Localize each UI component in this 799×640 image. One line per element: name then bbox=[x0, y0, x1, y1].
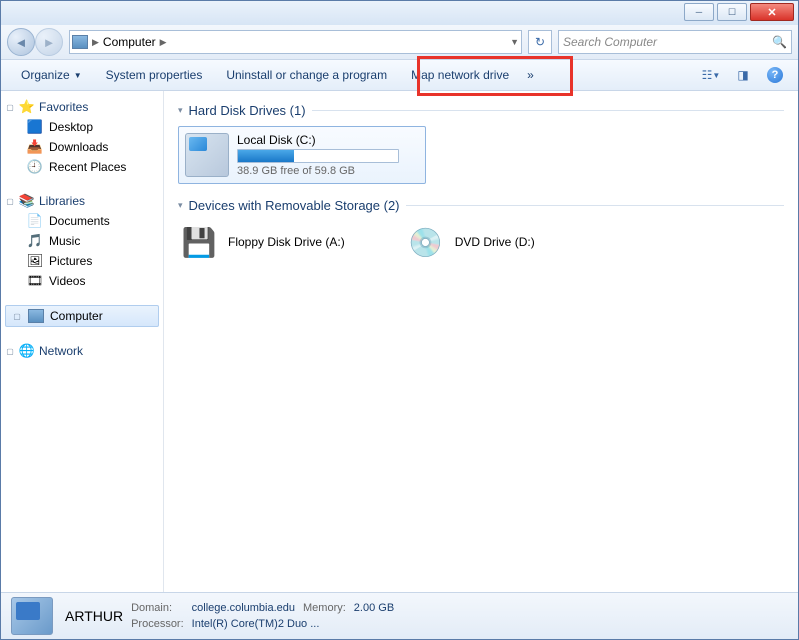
search-icon: 🔍 bbox=[772, 35, 787, 49]
sidebar-item-desktop[interactable]: 🟦Desktop bbox=[1, 117, 163, 137]
pictures-icon: 🖼 bbox=[27, 253, 43, 269]
chevron-down-icon[interactable]: ▼ bbox=[510, 37, 519, 47]
breadcrumb-location[interactable]: Computer bbox=[103, 35, 156, 49]
titlebar: ─ ☐ ✕ bbox=[1, 1, 798, 25]
libraries-header[interactable]: ▢📚Libraries bbox=[1, 191, 163, 211]
removable-header[interactable]: ▾ Devices with Removable Storage (2) bbox=[178, 198, 784, 213]
search-placeholder: Search Computer bbox=[563, 35, 657, 49]
domain-label: Domain: bbox=[131, 602, 184, 614]
drive-name: Floppy Disk Drive (A:) bbox=[228, 235, 345, 249]
sidebar-item-recent-places[interactable]: 🕘Recent Places bbox=[1, 157, 163, 177]
chevron-down-icon: ▼ bbox=[74, 71, 82, 80]
drive-free-space: 38.9 GB free of 59.8 GB bbox=[237, 165, 399, 177]
command-bar: Organize▼ System properties Uninstall or… bbox=[1, 60, 798, 91]
dvd-icon: 💿 bbox=[405, 221, 447, 263]
expand-icon: ▢ bbox=[12, 312, 22, 321]
preview-pane-button[interactable]: ◨ bbox=[732, 66, 754, 84]
recent-icon: 🕘 bbox=[27, 159, 43, 175]
view-options-button[interactable]: ☷ ▼ bbox=[700, 66, 722, 84]
refresh-button[interactable]: ↻ bbox=[528, 30, 552, 54]
documents-icon: 📄 bbox=[27, 213, 43, 229]
star-icon: ⭐ bbox=[19, 99, 35, 115]
computer-large-icon bbox=[11, 597, 53, 635]
explorer-window: ─ ☐ ✕ ◄ ► ▶ Computer ▶ ▼ ↻ Search Comput… bbox=[0, 0, 799, 640]
processor-label: Processor: bbox=[131, 618, 184, 630]
favorites-group: ▢⭐Favorites 🟦Desktop 📥Downloads 🕘Recent … bbox=[1, 97, 163, 177]
sidebar-item-downloads[interactable]: 📥Downloads bbox=[1, 137, 163, 157]
domain-value: college.columbia.edu bbox=[192, 602, 295, 614]
overflow-indicator[interactable]: » bbox=[527, 68, 534, 82]
expand-icon: ▢ bbox=[5, 347, 15, 356]
maximize-button[interactable]: ☐ bbox=[717, 3, 747, 21]
favorites-header[interactable]: ▢⭐Favorites bbox=[1, 97, 163, 117]
navigation-pane: ▢⭐Favorites 🟦Desktop 📥Downloads 🕘Recent … bbox=[1, 91, 164, 592]
help-icon: ? bbox=[767, 67, 783, 83]
videos-icon: 🎞 bbox=[27, 273, 43, 289]
memory-label: Memory: bbox=[303, 602, 346, 614]
processor-value: Intel(R) Core(TM)2 Duo ... bbox=[192, 618, 395, 630]
expand-icon: ▢ bbox=[5, 197, 15, 206]
expand-icon: ▢ bbox=[5, 103, 15, 112]
sidebar-item-computer[interactable]: ▢Computer bbox=[5, 305, 159, 327]
sidebar-item-network[interactable]: ▢🌐Network bbox=[1, 341, 163, 361]
floppy-icon: 💾 bbox=[178, 221, 220, 263]
drive-dvd-d[interactable]: 💿 DVD Drive (D:) bbox=[405, 221, 535, 263]
uninstall-program-button[interactable]: Uninstall or change a program bbox=[214, 60, 399, 90]
computer-name: ARTHUR bbox=[65, 608, 123, 624]
drive-name: Local Disk (C:) bbox=[237, 133, 399, 147]
sidebar-item-music[interactable]: 🎵Music bbox=[1, 231, 163, 251]
forward-button[interactable]: ► bbox=[35, 28, 63, 56]
libraries-icon: 📚 bbox=[19, 193, 35, 209]
hard-drives-header[interactable]: ▾ Hard Disk Drives (1) bbox=[178, 103, 784, 118]
network-group: ▢🌐Network bbox=[1, 341, 163, 361]
computer-group: ▢Computer bbox=[1, 305, 163, 327]
details-pane: ARTHUR Domain: college.columbia.edu Memo… bbox=[1, 592, 798, 639]
capacity-bar bbox=[237, 149, 399, 163]
nav-bar: ◄ ► ▶ Computer ▶ ▼ ↻ Search Computer 🔍 bbox=[1, 25, 798, 60]
sidebar-item-videos[interactable]: 🎞Videos bbox=[1, 271, 163, 291]
drive-floppy-a[interactable]: 💾 Floppy Disk Drive (A:) bbox=[178, 221, 345, 263]
computer-icon bbox=[28, 308, 44, 324]
back-button[interactable]: ◄ bbox=[7, 28, 35, 56]
close-button[interactable]: ✕ bbox=[750, 3, 794, 21]
drive-name: DVD Drive (D:) bbox=[455, 235, 535, 249]
map-network-drive-button[interactable]: Map network drive » bbox=[399, 60, 546, 90]
drive-local-disk-c[interactable]: Local Disk (C:) 38.9 GB free of 59.8 GB bbox=[178, 126, 426, 184]
computer-icon bbox=[72, 34, 88, 50]
system-properties-button[interactable]: System properties bbox=[94, 60, 215, 90]
sidebar-item-documents[interactable]: 📄Documents bbox=[1, 211, 163, 231]
libraries-group: ▢📚Libraries 📄Documents 🎵Music 🖼Pictures … bbox=[1, 191, 163, 291]
chevron-right-icon[interactable]: ▶ bbox=[160, 37, 167, 48]
network-icon: 🌐 bbox=[19, 343, 35, 359]
organize-menu[interactable]: Organize▼ bbox=[9, 60, 94, 90]
sidebar-item-pictures[interactable]: 🖼Pictures bbox=[1, 251, 163, 271]
collapse-icon: ▾ bbox=[178, 105, 183, 116]
downloads-icon: 📥 bbox=[27, 139, 43, 155]
minimize-button[interactable]: ─ bbox=[684, 3, 714, 21]
desktop-icon: 🟦 bbox=[27, 119, 43, 135]
music-icon: 🎵 bbox=[27, 233, 43, 249]
content-pane: ▾ Hard Disk Drives (1) Local Disk (C:) 3… bbox=[164, 91, 798, 592]
help-button[interactable]: ? bbox=[764, 66, 786, 84]
search-input[interactable]: Search Computer 🔍 bbox=[558, 30, 792, 54]
collapse-icon: ▾ bbox=[178, 200, 183, 211]
memory-value: 2.00 GB bbox=[354, 602, 394, 614]
hard-drive-icon bbox=[185, 133, 229, 177]
address-bar[interactable]: ▶ Computer ▶ ▼ bbox=[69, 30, 522, 54]
chevron-right-icon: ▶ bbox=[92, 37, 99, 48]
